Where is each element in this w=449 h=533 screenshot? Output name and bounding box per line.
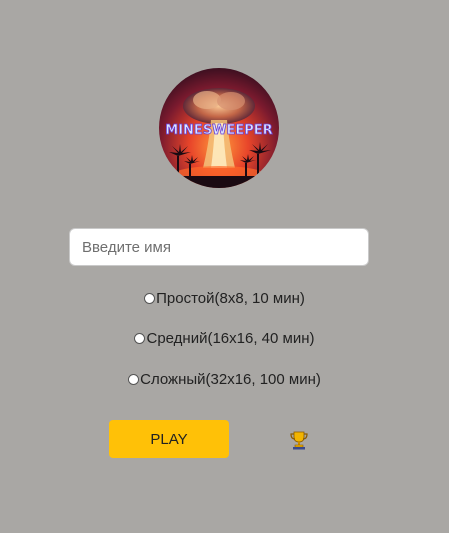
- difficulty-label-medium: Средний(16x16, 40 мин): [146, 329, 315, 347]
- play-button[interactable]: PLAY: [109, 420, 229, 458]
- radio-button-easy[interactable]: [144, 292, 156, 304]
- radio-button-hard[interactable]: [128, 373, 140, 385]
- trophy-icon[interactable]: [288, 429, 310, 451]
- difficulty-option-easy[interactable]: Простой(8x8, 10 мин): [0, 288, 449, 308]
- difficulty-option-hard[interactable]: Сложный(32x16, 100 мин): [0, 369, 449, 389]
- difficulty-label-hard: Сложный(32x16, 100 мин): [140, 370, 321, 388]
- minesweeper-logo-icon: MINESWEEPER: [159, 68, 279, 188]
- difficulty-option-medium[interactable]: Средний(16x16, 40 мин): [0, 328, 449, 348]
- player-name-input[interactable]: [69, 228, 369, 266]
- radio-button-medium[interactable]: [134, 332, 146, 344]
- logo-title-text: MINESWEEPER: [165, 123, 272, 138]
- difficulty-label-easy: Простой(8x8, 10 мин): [156, 289, 305, 307]
